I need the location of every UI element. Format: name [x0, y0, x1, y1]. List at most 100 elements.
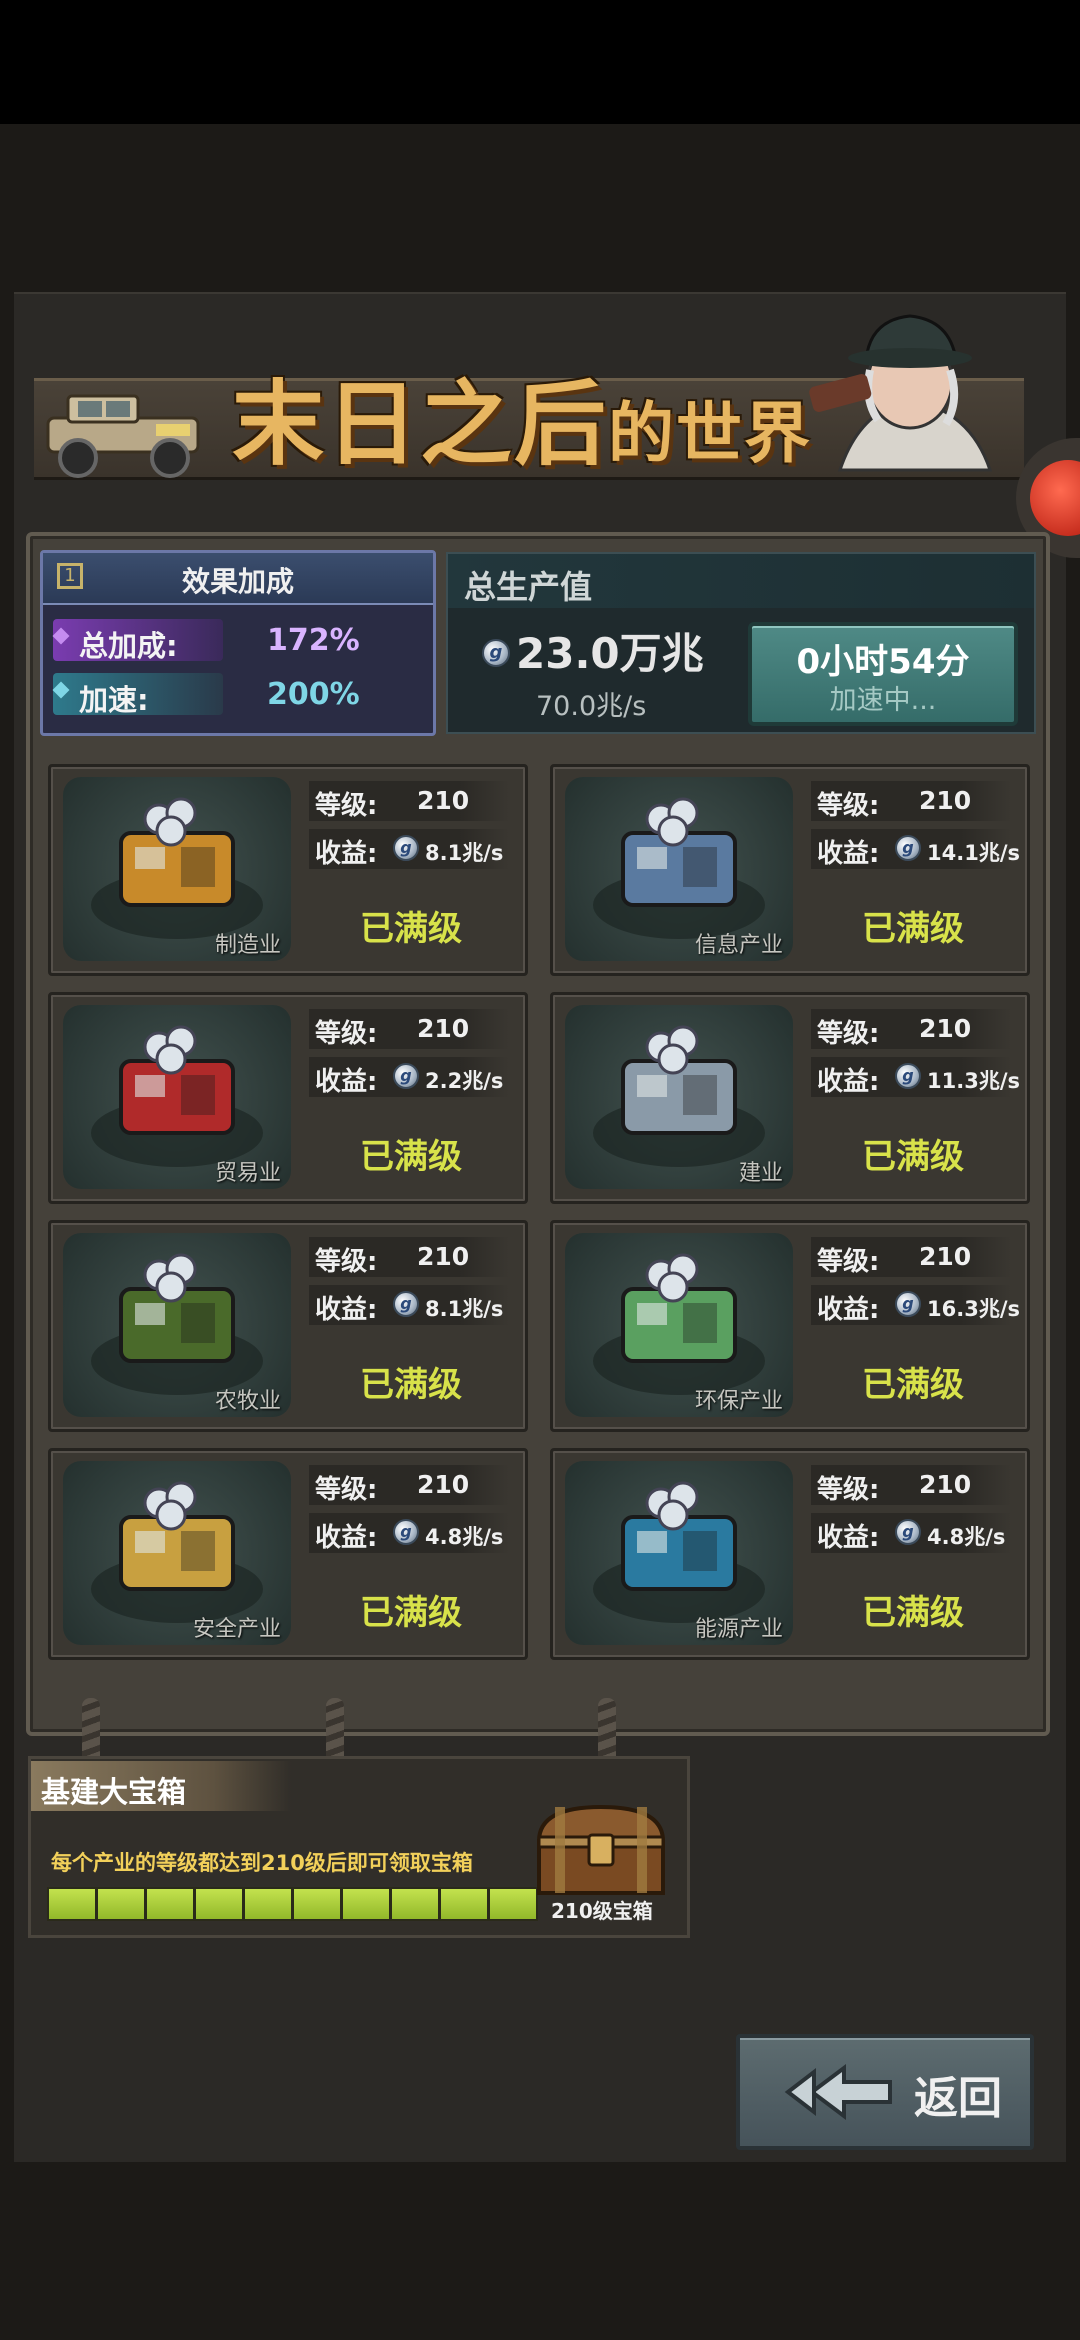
industry-name: 农牧业 — [214, 1389, 281, 1414]
level-value: 210 — [919, 786, 972, 815]
level-label: 等级: — [817, 1247, 880, 1277]
coin-icon: g — [482, 638, 510, 667]
treasure-progress-bar — [47, 1887, 538, 1921]
income-value: 11.3兆/s — [927, 1069, 1020, 1093]
bonus-box: 1 效果加成 总加成: 172% 加速: 200% — [40, 550, 436, 736]
level-row: 等级: 210 — [811, 1465, 1011, 1505]
total-production-box: 总生产值 g 23.0万兆 70.0兆/s 0小时54分 加速中... — [446, 552, 1036, 734]
back-button[interactable]: 返回 — [736, 2034, 1034, 2150]
back-arrow-icon — [784, 2064, 892, 2120]
income-label: 收益: — [817, 1295, 880, 1325]
income-label: 收益: — [817, 1067, 880, 1097]
income-label: 收益: — [315, 1295, 378, 1325]
level-row: 等级: 210 — [811, 1009, 1011, 1049]
income-value: 14.1兆/s — [927, 841, 1020, 865]
income-value: 2.2兆/s — [425, 1069, 504, 1093]
max-level-status: 已满级 — [360, 1137, 462, 1177]
progress-segment — [96, 1887, 146, 1921]
game-title: 末日之后的世界 — [232, 350, 812, 483]
progress-segment — [341, 1887, 391, 1921]
income-row: 收益: g 4.8兆/s — [309, 1513, 509, 1553]
speed-status: 加速中... — [829, 685, 937, 716]
bonus-total-value: 172% — [267, 623, 360, 658]
income-row: 收益: g 2.2兆/s — [309, 1057, 509, 1097]
truck-icon — [46, 394, 200, 478]
income-row: 收益: g 14.1兆/s — [811, 829, 1020, 869]
chest-icon[interactable] — [531, 1801, 671, 1897]
level-label: 等级: — [817, 1019, 880, 1049]
level-label: 等级: — [315, 1019, 378, 1049]
character-portrait — [809, 314, 993, 472]
income-value: 4.8兆/s — [927, 1525, 1006, 1549]
income-label: 收益: — [817, 1523, 880, 1553]
speed-timer: 0小时54分 — [796, 642, 970, 682]
income-value: 8.1兆/s — [425, 1297, 504, 1321]
level-value: 210 — [417, 786, 470, 815]
level-row: 等级: 210 — [309, 1009, 509, 1049]
industry-name: 制造业 — [214, 933, 281, 958]
speed-up-button[interactable]: 0小时54分 加速中... — [748, 622, 1018, 726]
coin-icon: g — [895, 1291, 921, 1317]
level-row: 等级: 210 — [309, 1237, 509, 1277]
income-value: 16.3兆/s — [927, 1297, 1020, 1321]
bonus-total-label: 总加成: — [79, 629, 178, 663]
industry-name: 建业 — [738, 1161, 783, 1186]
level-value: 210 — [417, 1014, 470, 1043]
income-value: 8.1兆/s — [425, 841, 504, 865]
max-level-status: 已满级 — [862, 1593, 964, 1633]
industry-name: 能源产业 — [694, 1617, 783, 1642]
industry-card[interactable]: 安全产业 等级: 210 收益: g 4.8兆/s 已满级 — [48, 1448, 528, 1660]
coin-icon: g — [393, 835, 419, 861]
industry-name: 信息产业 — [694, 933, 783, 958]
industry-card[interactable]: 环保产业 等级: 210 收益: g 16.3兆/s 已满级 — [550, 1220, 1030, 1432]
progress-segment — [390, 1887, 440, 1921]
max-level-status: 已满级 — [862, 909, 964, 949]
progress-segment — [243, 1887, 293, 1921]
progress-segment — [292, 1887, 342, 1921]
bonus-title: 效果加成 — [181, 565, 294, 598]
industry-card[interactable]: 能源产业 等级: 210 收益: g 4.8兆/s 已满级 — [550, 1448, 1030, 1660]
max-level-status: 已满级 — [862, 1365, 964, 1405]
income-label: 收益: — [817, 839, 880, 869]
level-label: 等级: — [315, 1475, 378, 1505]
industry-card[interactable]: 贸易业 等级: 210 收益: g 2.2兆/s 已满级 — [48, 992, 528, 1204]
coin-icon: g — [895, 1063, 921, 1089]
total-amount: g 23.0万兆 — [482, 620, 704, 681]
progress-segment — [145, 1887, 195, 1921]
title-suffix: 的世界 — [608, 395, 813, 472]
level-row: 等级: 210 — [811, 1237, 1011, 1277]
income-label: 收益: — [315, 1523, 378, 1553]
max-level-status: 已满级 — [360, 1593, 462, 1633]
level-value: 210 — [919, 1470, 972, 1499]
income-label: 收益: — [315, 1067, 378, 1097]
max-level-status: 已满级 — [360, 1365, 462, 1405]
chest-label: 210级宝箱 — [551, 1899, 653, 1923]
income-row: 收益: g 8.1兆/s — [309, 829, 509, 869]
level-row: 等级: 210 — [309, 1465, 509, 1505]
level-label: 等级: — [315, 1247, 378, 1277]
max-level-status: 已满级 — [862, 1137, 964, 1177]
coin-icon: g — [895, 1519, 921, 1545]
industry-name: 贸易业 — [214, 1161, 281, 1186]
level-row: 等级: 210 — [309, 781, 509, 821]
income-row: 收益: g 8.1兆/s — [309, 1285, 509, 1325]
level-value: 210 — [417, 1242, 470, 1271]
progress-segment — [194, 1887, 244, 1921]
treasure-title: 基建大宝箱 — [41, 1775, 187, 1809]
industry-card[interactable]: 信息产业 等级: 210 收益: g 14.1兆/s 已满级 — [550, 764, 1030, 976]
treasure-panel: 基建大宝箱 每个产业的等级都达到210级后即可领取宝箱 210级宝箱 — [28, 1756, 690, 1938]
title-main: 末日之后 — [232, 371, 609, 478]
industry-card[interactable]: 农牧业 等级: 210 收益: g 8.1兆/s 已满级 — [48, 1220, 528, 1432]
income-row: 收益: g 16.3兆/s — [811, 1285, 1020, 1325]
industry-name: 环保产业 — [694, 1389, 783, 1414]
total-header: 总生产值 — [448, 554, 1034, 608]
bonus-total-row: 总加成: 172% — [52, 615, 423, 665]
total-amount-value: 23.0万兆 — [516, 629, 704, 678]
industry-card[interactable]: 建业 等级: 210 收益: g 11.3兆/s 已满级 — [550, 992, 1030, 1204]
treasure-description: 每个产业的等级都达到210级后即可领取宝箱 — [51, 1851, 473, 1875]
bonus-speed-value: 200% — [267, 677, 360, 712]
industry-card[interactable]: 制造业 等级: 210 收益: g 8.1兆/s 已满级 — [48, 764, 528, 976]
level-label: 等级: — [817, 791, 880, 821]
treasure-tag: 基建大宝箱 — [31, 1761, 291, 1811]
orb-icon — [1030, 460, 1080, 536]
